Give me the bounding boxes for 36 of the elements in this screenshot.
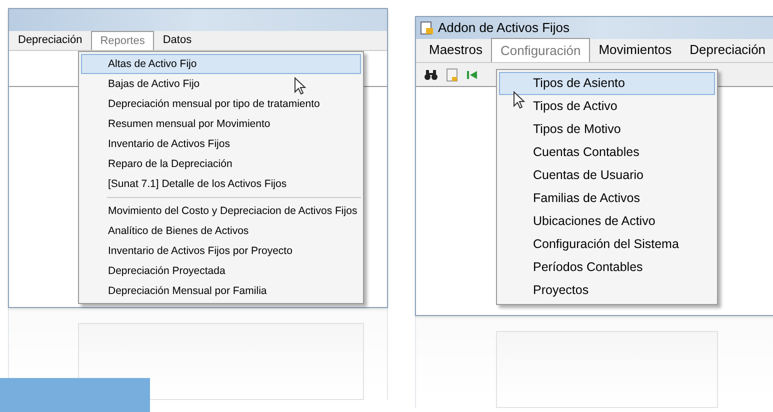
dropdown-item[interactable]: Depreciación Proyectada — [81, 261, 361, 281]
dropdown-item[interactable]: Altas de Activo Fijo — [81, 54, 361, 74]
dropdown-item[interactable]: Reparo de la Depreciación — [81, 154, 361, 174]
menu-item[interactable]: Datos — [154, 30, 201, 50]
dropdown-item[interactable]: Ubicaciones de Activo — [499, 210, 715, 233]
menu-item[interactable]: Reportes — [91, 30, 154, 50]
menu-item[interactable]: Movimientos — [590, 36, 681, 62]
dropdown-item[interactable]: Resumen mensual por Movimiento — [81, 114, 361, 134]
menu-item[interactable]: Depreciación — [680, 36, 773, 62]
dropdown-item[interactable]: Inventario de Activos Fijos por Proyecto — [81, 241, 361, 261]
dropdown-item[interactable]: Tipos de Activo — [499, 95, 715, 118]
document-icon[interactable] — [446, 68, 458, 82]
dropdown-item[interactable]: Tipos de Motivo — [499, 118, 715, 141]
dropdown-item[interactable]: Cuentas de Usuario — [499, 164, 715, 187]
dropdown-item[interactable]: [Sunat 7.1] Detalle de los Activos Fijos — [81, 174, 361, 194]
dropdown-item[interactable]: Depreciación Mensual por Familia — [81, 281, 361, 301]
app-icon — [420, 21, 434, 35]
dropdown-item[interactable]: Depreciación mensual por tipo de tratamiento — [81, 94, 361, 114]
dropdown-item[interactable]: Configuración del Sistema — [499, 233, 715, 256]
dropdown-item[interactable]: Analítico de Bienes de Activos — [81, 221, 361, 241]
dropdown-item[interactable]: Proyectos — [499, 279, 715, 302]
window-title: Addon de Activos Fijos — [438, 19, 570, 38]
dropdown-item[interactable]: Cuentas Contables — [499, 141, 715, 164]
menu-item[interactable]: Configuración — [491, 38, 590, 62]
dropdown-item[interactable]: Tipos de Asiento — [499, 72, 715, 95]
mouse-pointer-icon — [294, 77, 306, 95]
dropdown-item[interactable]: Períodos Contables — [499, 256, 715, 279]
menu-item[interactable]: Depreciación — [9, 30, 92, 50]
first-record-icon[interactable] — [466, 68, 478, 80]
dropdown-item[interactable]: Familias de Activos — [499, 187, 715, 210]
dropdown-item[interactable]: Bajas de Activo Fijo — [81, 74, 361, 94]
dropdown-item[interactable]: Inventario de Activos Fijos — [81, 134, 361, 154]
binoculars-icon[interactable] — [424, 68, 438, 80]
dropdown-item[interactable]: Movimiento del Costo y Depreciacion de Activos Fijos — [81, 201, 361, 221]
menu-item[interactable]: Maestros — [420, 36, 492, 62]
mouse-pointer-icon — [513, 91, 525, 109]
